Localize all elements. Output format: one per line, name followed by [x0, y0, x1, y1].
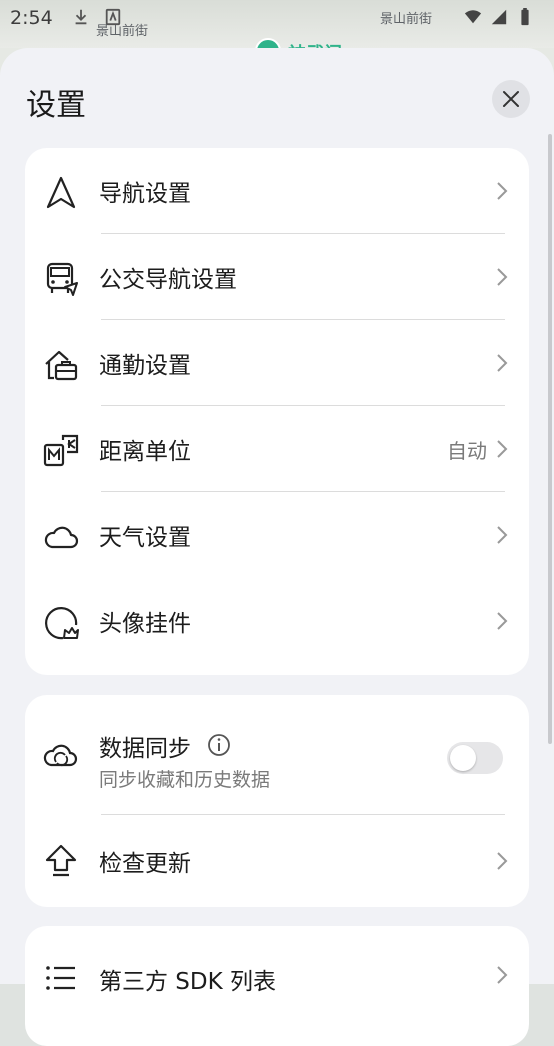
- list-icon: [46, 966, 75, 990]
- info-icon[interactable]: [207, 733, 231, 757]
- status-time: 2:54: [10, 7, 53, 29]
- distance-unit-icon: [43, 434, 79, 467]
- row-label: 天气设置: [99, 525, 191, 551]
- third-party-sdk-row[interactable]: 第三方 SDK 列表: [25, 926, 529, 1020]
- avatar-pendant-row[interactable]: 头像挂件: [25, 578, 529, 664]
- update-arrow-icon: [45, 844, 77, 877]
- scrollbar[interactable]: [548, 134, 552, 744]
- distance-unit-row[interactable]: 距离单位 自动: [25, 406, 529, 492]
- chevron-right-icon: [497, 966, 508, 984]
- distance-unit-value: 自动: [447, 438, 487, 463]
- row-label: 通勤设置: [99, 353, 191, 379]
- weather-settings-row[interactable]: 天气设置: [25, 492, 529, 578]
- close-button[interactable]: [492, 80, 530, 118]
- chevron-right-icon: [497, 526, 508, 544]
- status-left-icons: [72, 8, 122, 26]
- commute-briefcase-icon: [45, 350, 78, 381]
- data-sync-subtitle: 同步收藏和历史数据: [99, 769, 271, 791]
- row-label: 头像挂件: [99, 611, 191, 637]
- data-sync-label: 数据同步: [99, 736, 191, 762]
- row-label: 检查更新: [99, 851, 191, 877]
- check-update-row[interactable]: 检查更新: [25, 815, 529, 907]
- bus-icon: [46, 262, 78, 296]
- settings-group-about: 第三方 SDK 列表: [25, 926, 529, 1046]
- wifi-icon: [464, 10, 482, 24]
- cloud-icon: [44, 526, 79, 549]
- chevron-right-icon: [497, 852, 508, 870]
- settings-sheet: 设置 导航设置 公交导航设置 通勤设置 距离单位 自动 天气设置 头像挂件 数据…: [0, 48, 554, 1046]
- close-icon: [503, 91, 519, 107]
- settings-group-main: 导航设置 公交导航设置 通勤设置 距离单位 自动 天气设置 头像挂件: [25, 148, 529, 675]
- navigation-settings-row[interactable]: 导航设置: [25, 148, 529, 234]
- avatar-pendant-icon: [45, 607, 79, 640]
- chevron-right-icon: [497, 268, 508, 286]
- status-bar: 2:54: [0, 0, 554, 36]
- download-icon: [75, 9, 87, 25]
- chevron-right-icon: [497, 612, 508, 630]
- chevron-right-icon: [497, 440, 508, 458]
- battery-icon: [521, 8, 529, 26]
- bus-navigation-settings-row[interactable]: 公交导航设置: [25, 234, 529, 320]
- signal-icon: [491, 9, 507, 25]
- toggle-knob: [450, 745, 476, 771]
- chevron-right-icon: [497, 182, 508, 200]
- row-label: 距离单位: [99, 439, 191, 465]
- row-label: 公交导航设置: [99, 267, 237, 293]
- notification-icon: [105, 8, 121, 26]
- status-right-icons: [464, 8, 534, 26]
- page-title: 设置: [26, 88, 86, 123]
- cloud-sync-icon: [43, 744, 78, 767]
- commute-settings-row[interactable]: 通勤设置: [25, 320, 529, 406]
- row-label: 第三方 SDK 列表: [99, 969, 277, 995]
- navigation-arrow-icon: [46, 176, 76, 209]
- chevron-right-icon: [497, 354, 508, 372]
- row-label: 导航设置: [99, 181, 191, 207]
- data-sync-toggle[interactable]: [447, 742, 503, 774]
- settings-group-data: 数据同步 同步收藏和历史数据 检查更新: [25, 695, 529, 907]
- data-sync-row: 数据同步 同步收藏和历史数据: [25, 695, 529, 815]
